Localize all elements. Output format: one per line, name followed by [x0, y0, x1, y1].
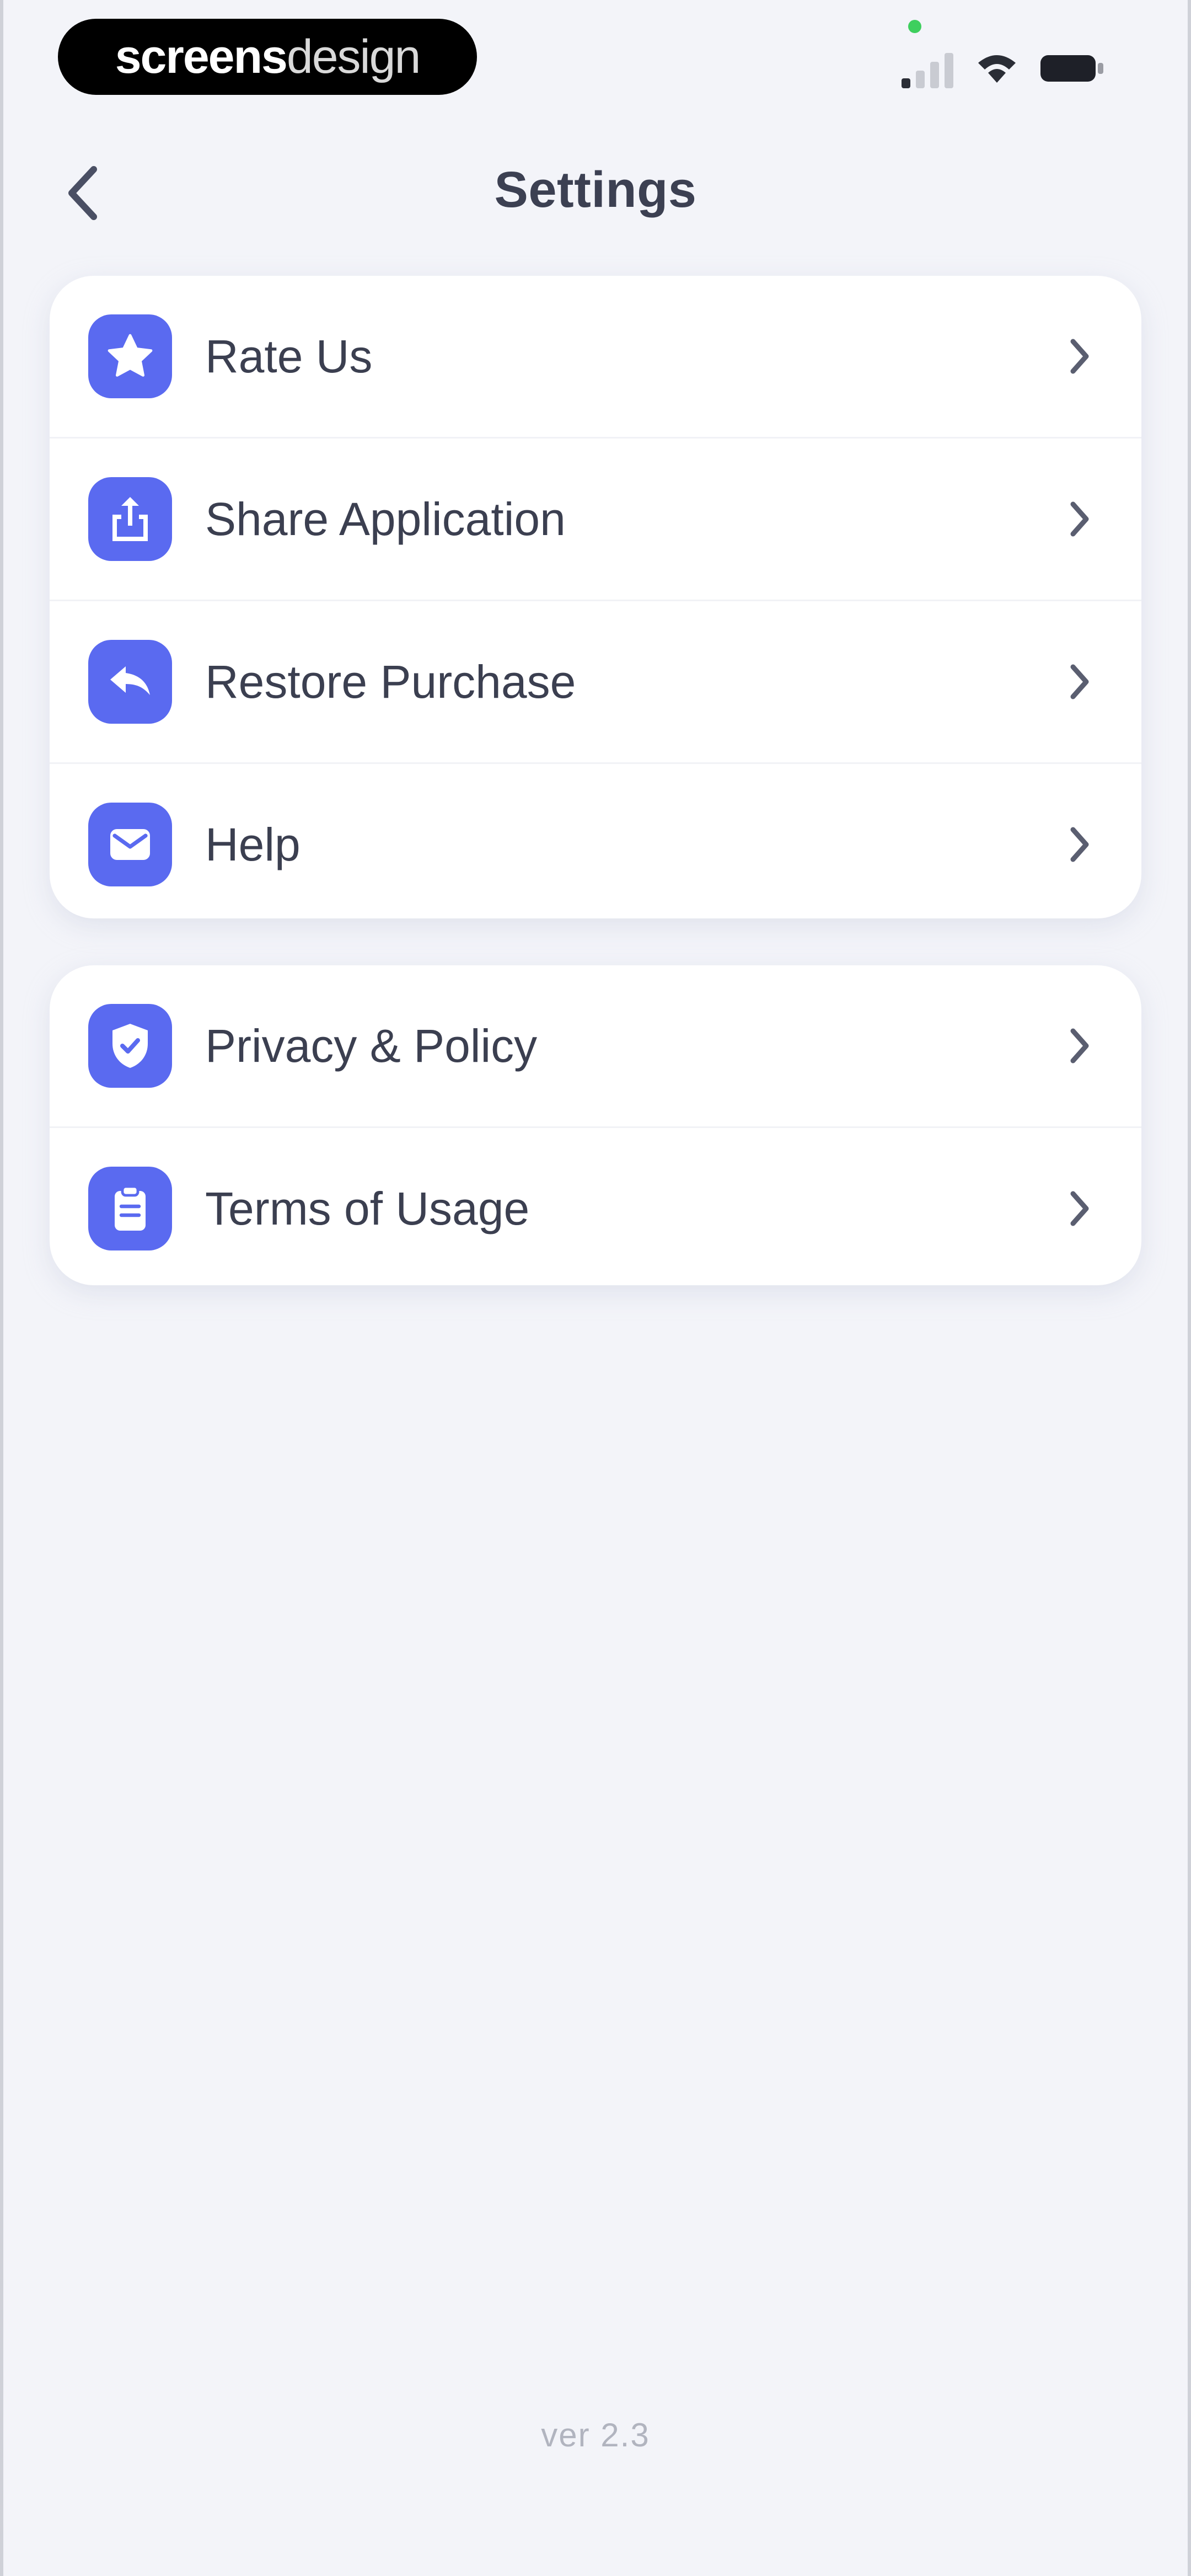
- settings-row-label: Share Application: [205, 493, 566, 545]
- settings-row-privacy-policy[interactable]: Privacy & Policy: [50, 965, 1141, 1126]
- settings-row-rate-us[interactable]: Rate Us: [50, 276, 1141, 437]
- settings-row-label: Privacy & Policy: [205, 1019, 538, 1072]
- chevron-right-icon: [1063, 334, 1096, 378]
- battery-icon: [1040, 55, 1103, 82]
- brand-logo-bold: screens: [115, 30, 288, 83]
- brand-logo-light: design: [286, 30, 421, 83]
- settings-row-help[interactable]: Help: [50, 762, 1141, 918]
- star-icon: [88, 314, 172, 398]
- chevron-right-icon: [1063, 1024, 1096, 1068]
- settings-row-label: Terms of Usage: [205, 1182, 530, 1234]
- status-bar: screens design: [0, 0, 1191, 121]
- settings-row-terms-of-usage[interactable]: Terms of Usage: [50, 1126, 1141, 1285]
- mail-icon: [88, 803, 172, 886]
- shield-check-icon: [88, 1004, 172, 1088]
- settings-group-general: Rate Us Share Application Restore Purcha…: [50, 276, 1141, 918]
- chevron-right-icon: [1063, 1187, 1096, 1231]
- privacy-indicator-dot: [908, 20, 921, 33]
- settings-group-legal: Privacy & Policy Terms of Usage: [50, 965, 1141, 1285]
- header: Settings: [0, 138, 1191, 248]
- chevron-right-icon: [1063, 497, 1096, 541]
- settings-row-restore-purchase[interactable]: Restore Purchase: [50, 600, 1141, 762]
- share-icon: [88, 477, 172, 561]
- chevron-right-icon: [1063, 822, 1096, 867]
- settings-row-label: Rate Us: [205, 330, 373, 382]
- clipboard-icon: [88, 1167, 172, 1250]
- settings-row-label: Help: [205, 818, 301, 870]
- chevron-right-icon: [1063, 660, 1096, 704]
- app-version-label: ver 2.3: [541, 2417, 650, 2454]
- page-title: Settings: [494, 162, 697, 218]
- wifi-icon: [978, 55, 1016, 83]
- restore-icon: [88, 640, 172, 724]
- brand-logo: screens design: [58, 19, 477, 95]
- cellular-signal-icon: [902, 49, 957, 88]
- settings-row-share-application[interactable]: Share Application: [50, 437, 1141, 600]
- settings-row-label: Restore Purchase: [205, 655, 576, 708]
